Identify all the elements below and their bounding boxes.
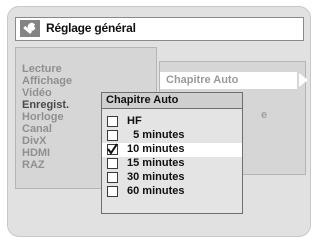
- checkbox[interactable]: [107, 172, 118, 183]
- option-hf[interactable]: HF: [102, 115, 242, 129]
- option-60-minutes[interactable]: 60 minutes: [102, 185, 242, 199]
- option-15-minutes[interactable]: 15 minutes: [102, 157, 242, 171]
- checkbox[interactable]: [107, 158, 118, 169]
- popup-header: Chapitre Auto: [102, 93, 242, 109]
- chapitre-auto-popup: Chapitre Auto HF 5 minutes 10 minutes 15…: [101, 92, 243, 214]
- menu-item-canal[interactable]: Canal: [22, 123, 52, 135]
- arrow-right-icon: [299, 73, 308, 87]
- submenu-hidden-text: e: [261, 109, 268, 121]
- option-10-minutes[interactable]: 10 minutes: [102, 143, 242, 157]
- menu-item-lecture[interactable]: Lecture: [22, 63, 62, 75]
- submenu-option-chapitre-auto[interactable]: Chapitre Auto: [160, 72, 297, 89]
- option-5-minutes[interactable]: 5 minutes: [102, 129, 242, 143]
- settings-screen: Réglage général Lecture Affichage Vidéo …: [7, 6, 311, 237]
- menu-item-divx[interactable]: DivX: [22, 135, 46, 147]
- menu-item-enregist[interactable]: Enregist.: [22, 99, 69, 111]
- menu-item-horloge[interactable]: Horloge: [22, 111, 64, 123]
- option-30-minutes[interactable]: 30 minutes: [102, 171, 242, 185]
- checkmark-icon: [107, 143, 118, 155]
- option-label: 30 minutes: [127, 171, 185, 183]
- page-title: Réglage général: [46, 21, 136, 35]
- wrench-icon: [20, 20, 40, 37]
- checkbox[interactable]: [107, 116, 118, 127]
- checkbox-checked[interactable]: [107, 143, 118, 155]
- option-label: 10 minutes: [127, 143, 185, 155]
- menu-item-hdmi[interactable]: HDMI: [22, 147, 50, 159]
- option-label: HF: [127, 115, 142, 127]
- menu-item-raz[interactable]: RAZ: [22, 159, 45, 171]
- option-label: 15 minutes: [127, 157, 185, 169]
- menu-item-video[interactable]: Vidéo: [22, 87, 52, 99]
- submenu-option-label: Chapitre Auto: [166, 74, 239, 86]
- option-label: 60 minutes: [127, 185, 185, 197]
- menu-item-affichage[interactable]: Affichage: [22, 75, 72, 87]
- checkbox[interactable]: [107, 186, 118, 197]
- title-bar: Réglage général: [15, 17, 304, 41]
- checkbox[interactable]: [107, 130, 118, 141]
- popup-title: Chapitre Auto: [106, 94, 179, 106]
- option-label: 5 minutes: [127, 129, 185, 141]
